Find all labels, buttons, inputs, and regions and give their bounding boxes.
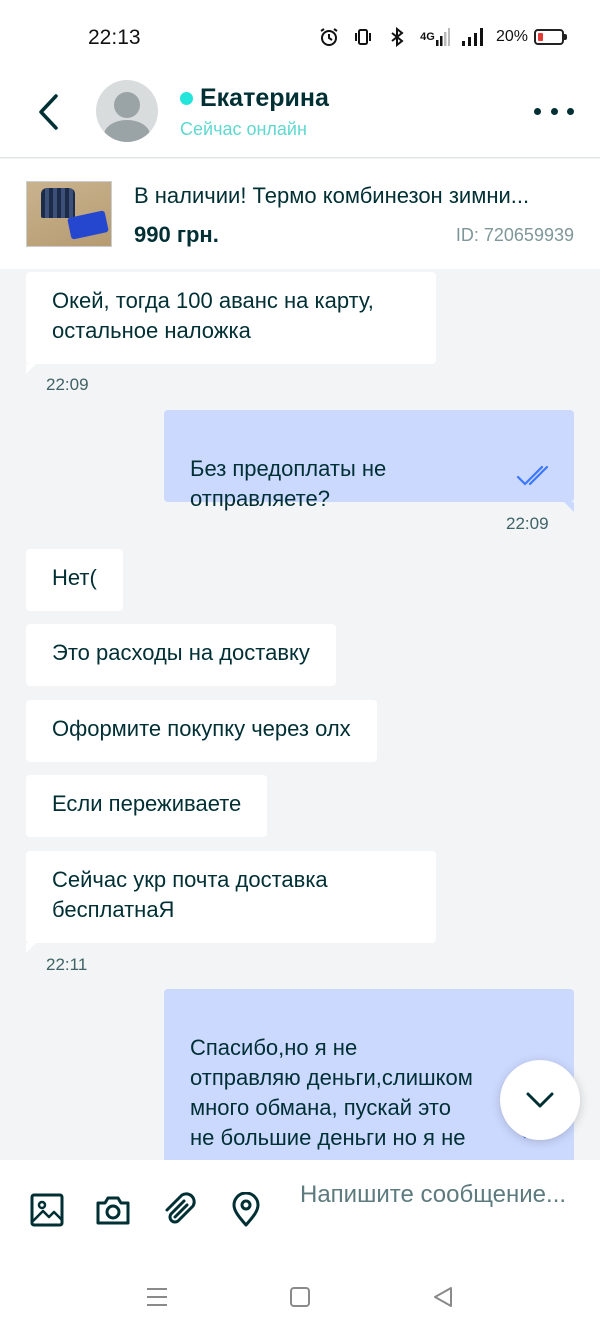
home-button[interactable] [285, 1282, 315, 1312]
battery-percent: 20% [495, 28, 528, 45]
ad-id: ID: 720659939 [455, 225, 574, 245]
vibrate-icon [352, 26, 374, 48]
system-nav-bar [0, 1260, 600, 1332]
message-text: Спасибо,но я не отправляю деньги,слишком… [190, 1035, 473, 1160]
chevron-left-icon [39, 94, 58, 130]
message-outgoing[interactable]: Без предоплаты не отправляете? [164, 410, 574, 512]
message-incoming[interactable]: Нет( [26, 549, 123, 611]
bluetooth-icon [386, 26, 408, 48]
chevron-down-icon [526, 1092, 554, 1108]
status-time: 22:13 [88, 26, 141, 49]
menu-lines-icon [147, 1288, 167, 1306]
attach-button[interactable] [160, 1190, 200, 1230]
read-ticks-icon [516, 465, 549, 486]
battery-body [534, 29, 567, 45]
ad-thumbnail[interactable] [26, 181, 112, 247]
contact-name-row[interactable]: Екатерина [180, 84, 329, 113]
message-incoming[interactable]: Если переживаете [26, 775, 268, 837]
recent-apps-button[interactable] [142, 1282, 172, 1312]
message-composer [0, 1160, 600, 1260]
more-dot-icon [550, 107, 558, 115]
contact-status: Сейчас онлайн [180, 119, 307, 139]
message-time: 22:11 [46, 955, 88, 974]
scroll-to-bottom-button[interactable] [500, 1060, 580, 1140]
network-type: 4G [420, 31, 435, 43]
message-text: Без предоплаты не отправляете? [190, 456, 387, 511]
ad-summary[interactable]: В наличии! Термо комбинезон зимни... 990… [0, 159, 600, 269]
message-list[interactable]: Окей, тогда 100 аванс на карту, остально… [0, 270, 600, 1160]
contact-name: Екатерина [200, 84, 329, 112]
battery-fill [538, 33, 543, 41]
location-button[interactable] [226, 1190, 266, 1230]
alarm-icon [318, 26, 340, 48]
ad-title[interactable]: В наличии! Термо комбинезон зимни... [134, 183, 574, 209]
message-incoming[interactable]: Оформите покупку через олх [26, 700, 377, 762]
mobile-data-icon: 4G [420, 26, 450, 48]
square-home-icon [290, 1287, 310, 1307]
signal-icon [461, 26, 484, 48]
more-options-button[interactable] [534, 96, 574, 126]
more-dot-icon [567, 107, 574, 115]
online-indicator [180, 92, 193, 105]
chat-header: Екатерина Сейчас онлайн [0, 74, 600, 158]
camera-button[interactable] [93, 1190, 133, 1230]
message-input[interactable] [300, 1178, 570, 1248]
triangle-back-icon [434, 1287, 452, 1307]
status-bar: 22:13 4G 20% [0, 0, 600, 74]
battery-icon: 20% [495, 28, 567, 46]
location-pin-icon [232, 1192, 260, 1227]
message-incoming[interactable]: Окей, тогда 100 аванс на карту, остально… [26, 272, 436, 374]
ad-price: 990 грн. [134, 222, 219, 247]
more-dot-icon [534, 107, 541, 115]
back-nav-button[interactable] [428, 1282, 458, 1312]
camera-icon [96, 1196, 130, 1225]
status-icons: 4G 20% [318, 26, 567, 48]
message-incoming[interactable]: Сейчас укр почта доставка бесплатнаЯ [26, 851, 436, 953]
gallery-button[interactable] [27, 1190, 67, 1230]
avatar[interactable] [96, 80, 158, 142]
message-time: 22:09 [506, 514, 549, 533]
back-button[interactable] [26, 90, 70, 134]
paperclip-icon [165, 1192, 196, 1224]
message-incoming[interactable]: Это расходы на доставку [26, 624, 336, 686]
message-time: 22:09 [46, 375, 89, 394]
image-icon [30, 1193, 64, 1227]
